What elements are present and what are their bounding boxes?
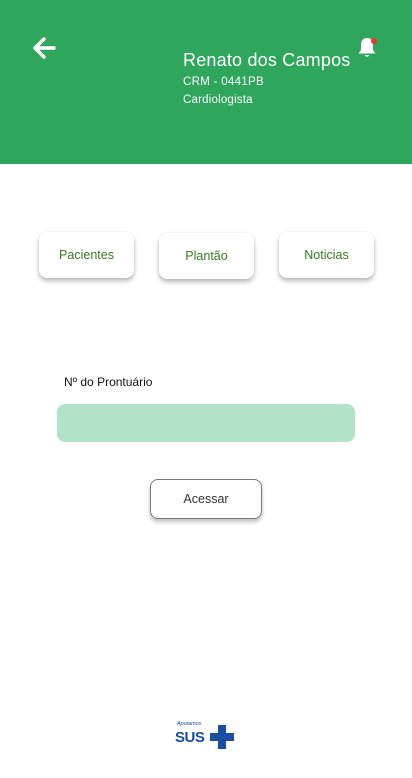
tab-plantao[interactable]: Plantão [159, 233, 254, 279]
user-crm: CRM - 0441PB [183, 76, 264, 88]
bell-icon [358, 38, 377, 57]
tab-noticias[interactable]: Noticias [279, 232, 374, 278]
notifications-button[interactable] [354, 35, 380, 61]
notification-dot [371, 38, 377, 44]
back-button[interactable] [30, 34, 60, 62]
tab-pacientes[interactable]: Pacientes [39, 232, 134, 278]
user-specialty: Cardiologista [183, 94, 253, 106]
cross-icon [210, 725, 234, 749]
prontuario-input[interactable] [57, 404, 355, 442]
sus-logo-text: SUS [175, 729, 205, 746]
access-button[interactable]: Acessar [150, 479, 262, 519]
app-header: Renato dos Campos CRM - 0441PB Cardiolog… [0, 0, 412, 164]
sus-logo-tagline: Apoiamos [177, 721, 202, 727]
prontuario-label: Nº do Prontuário [64, 375, 153, 389]
user-name: Renato dos Campos [183, 50, 351, 70]
arrow-left-icon [33, 37, 56, 59]
